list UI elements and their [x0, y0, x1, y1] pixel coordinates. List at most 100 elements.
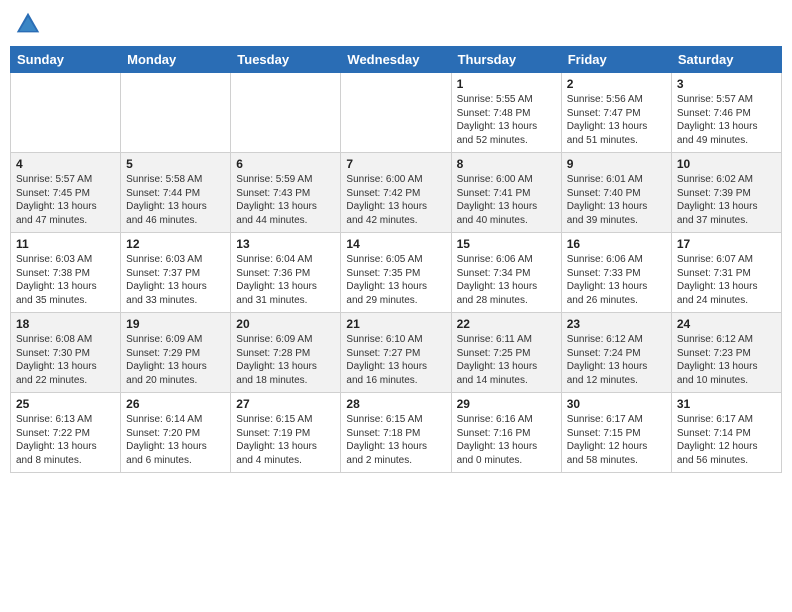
day-info: Sunrise: 6:13 AM Sunset: 7:22 PM Dayligh…: [16, 413, 115, 467]
calendar-cell: 19Sunrise: 6:09 AM Sunset: 7:29 PM Dayli…: [121, 313, 231, 393]
day-number: 1: [457, 77, 556, 91]
day-number: 26: [126, 397, 225, 411]
calendar-cell: 10 Sunrise: 6:02 AM Sunset: 7:39 PM Dayli…: [671, 153, 781, 233]
day-number: 22: [457, 317, 556, 331]
calendar-cell: 22 Sunrise: 6:11 AM Sunset: 7:25 PM Dayli…: [451, 313, 561, 393]
calendar-cell: 29 Sunrise: 6:16 AM Sunset: 7:16 PM Dayli…: [451, 393, 561, 473]
day-info: Sunrise: 6:02 AM Sunset: 7:39 PM Dayligh…: [677, 173, 776, 227]
calendar-cell: 14 Sunrise: 6:05 AM Sunset: 7:35 PM Dayli…: [341, 233, 451, 313]
calendar-cell: 28 Sunrise: 6:15 AM Sunset: 7:18 PM Dayli…: [341, 393, 451, 473]
calendar-cell: 4 Sunrise: 5:57 AM Sunset: 7:45 PM Daylig…: [11, 153, 121, 233]
day-info: Sunrise: 6:12 AM Sunset: 7:23 PM Dayligh…: [677, 333, 776, 387]
day-number: 29: [457, 397, 556, 411]
day-number: 3: [677, 77, 776, 91]
day-number: 25: [16, 397, 115, 411]
day-info: Sunrise: 6:00 AM Sunset: 7:42 PM Dayligh…: [346, 173, 445, 227]
logo: [14, 10, 46, 38]
calendar-cell: 9 Sunrise: 6:01 AM Sunset: 7:40 PM Daylig…: [561, 153, 671, 233]
day-info: Sunrise: 6:04 AM Sunset: 7:36 PM Dayligh…: [236, 253, 335, 307]
day-info: Sunrise: 6:01 AM Sunset: 7:40 PM Dayligh…: [567, 173, 666, 227]
day-info: Sunrise: 6:17 AM Sunset: 7:14 PM Dayligh…: [677, 413, 776, 467]
day-number: 18: [16, 317, 115, 331]
weekday-header: Saturday: [671, 47, 781, 73]
day-info: Sunrise: 5:55 AM Sunset: 7:48 PM Dayligh…: [457, 93, 556, 147]
day-info: Sunrise: 5:58 AM Sunset: 7:44 PM Dayligh…: [126, 173, 225, 227]
calendar-week-row: 1 Sunrise: 5:55 AM Sunset: 7:48 PM Daylig…: [11, 73, 782, 153]
day-number: 21: [346, 317, 445, 331]
calendar-cell: 16 Sunrise: 6:06 AM Sunset: 7:33 PM Dayli…: [561, 233, 671, 313]
day-number: 4: [16, 157, 115, 171]
calendar-cell: [231, 73, 341, 153]
weekday-header: Wednesday: [341, 47, 451, 73]
day-info: Sunrise: 6:09 AM Sunset: 7:28 PM Dayligh…: [236, 333, 335, 387]
calendar-cell: 26 Sunrise: 6:14 AM Sunset: 7:20 PM Dayli…: [121, 393, 231, 473]
calendar-cell: 20 Sunrise: 6:09 AM Sunset: 7:28 PM Dayli…: [231, 313, 341, 393]
day-number: 17: [677, 237, 776, 251]
day-number: 14: [346, 237, 445, 251]
day-info: Sunrise: 6:08 AM Sunset: 7:30 PM Dayligh…: [16, 333, 115, 387]
day-number: 9: [567, 157, 666, 171]
day-number: 15: [457, 237, 556, 251]
weekday-header: Friday: [561, 47, 671, 73]
day-info: Sunrise: 6:17 AM Sunset: 7:15 PM Dayligh…: [567, 413, 666, 467]
calendar-cell: 21 Sunrise: 6:10 AM Sunset: 7:27 PM Dayli…: [341, 313, 451, 393]
calendar-cell: 11 Sunrise: 6:03 AM Sunset: 7:38 PM Dayli…: [11, 233, 121, 313]
day-number: 16: [567, 237, 666, 251]
day-info: Sunrise: 6:06 AM Sunset: 7:33 PM Dayligh…: [567, 253, 666, 307]
weekday-header: Monday: [121, 47, 231, 73]
day-info: Sunrise: 6:00 AM Sunset: 7:41 PM Dayligh…: [457, 173, 556, 227]
calendar-cell: 15Sunrise: 6:06 AM Sunset: 7:34 PM Dayli…: [451, 233, 561, 313]
calendar-cell: 30 Sunrise: 6:17 AM Sunset: 7:15 PM Dayli…: [561, 393, 671, 473]
calendar-week-row: 11 Sunrise: 6:03 AM Sunset: 7:38 PM Dayli…: [11, 233, 782, 313]
day-info: Sunrise: 6:15 AM Sunset: 7:19 PM Dayligh…: [236, 413, 335, 467]
day-number: 30: [567, 397, 666, 411]
day-number: 11: [16, 237, 115, 251]
calendar-cell: 2Sunrise: 5:56 AM Sunset: 7:47 PM Daylig…: [561, 73, 671, 153]
day-number: 13: [236, 237, 335, 251]
day-number: 31: [677, 397, 776, 411]
calendar-cell: 5Sunrise: 5:58 AM Sunset: 7:44 PM Daylig…: [121, 153, 231, 233]
calendar-cell: 18 Sunrise: 6:08 AM Sunset: 7:30 PM Dayli…: [11, 313, 121, 393]
day-number: 12: [126, 237, 225, 251]
calendar: SundayMondayTuesdayWednesdayThursdayFrid…: [10, 46, 782, 473]
weekday-header: Sunday: [11, 47, 121, 73]
calendar-cell: 12Sunrise: 6:03 AM Sunset: 7:37 PM Dayli…: [121, 233, 231, 313]
day-info: Sunrise: 6:10 AM Sunset: 7:27 PM Dayligh…: [346, 333, 445, 387]
weekday-header: Thursday: [451, 47, 561, 73]
day-info: Sunrise: 6:03 AM Sunset: 7:38 PM Dayligh…: [16, 253, 115, 307]
calendar-cell: [11, 73, 121, 153]
calendar-cell: 25 Sunrise: 6:13 AM Sunset: 7:22 PM Dayli…: [11, 393, 121, 473]
calendar-cell: 8Sunrise: 6:00 AM Sunset: 7:41 PM Daylig…: [451, 153, 561, 233]
header: [10, 10, 782, 38]
day-info: Sunrise: 6:09 AM Sunset: 7:29 PM Dayligh…: [126, 333, 225, 387]
day-number: 2: [567, 77, 666, 91]
day-number: 23: [567, 317, 666, 331]
day-number: 24: [677, 317, 776, 331]
day-number: 20: [236, 317, 335, 331]
calendar-cell: 31 Sunrise: 6:17 AM Sunset: 7:14 PM Dayli…: [671, 393, 781, 473]
day-number: 7: [346, 157, 445, 171]
calendar-cell: [121, 73, 231, 153]
day-info: Sunrise: 6:05 AM Sunset: 7:35 PM Dayligh…: [346, 253, 445, 307]
day-number: 27: [236, 397, 335, 411]
day-info: Sunrise: 5:57 AM Sunset: 7:45 PM Dayligh…: [16, 173, 115, 227]
day-info: Sunrise: 6:14 AM Sunset: 7:20 PM Dayligh…: [126, 413, 225, 467]
calendar-cell: 7 Sunrise: 6:00 AM Sunset: 7:42 PM Daylig…: [341, 153, 451, 233]
day-number: 10: [677, 157, 776, 171]
calendar-week-row: 18 Sunrise: 6:08 AM Sunset: 7:30 PM Dayli…: [11, 313, 782, 393]
calendar-cell: [341, 73, 451, 153]
day-info: Sunrise: 6:12 AM Sunset: 7:24 PM Dayligh…: [567, 333, 666, 387]
day-number: 6: [236, 157, 335, 171]
calendar-week-row: 4 Sunrise: 5:57 AM Sunset: 7:45 PM Daylig…: [11, 153, 782, 233]
calendar-cell: 24 Sunrise: 6:12 AM Sunset: 7:23 PM Dayli…: [671, 313, 781, 393]
day-info: Sunrise: 6:15 AM Sunset: 7:18 PM Dayligh…: [346, 413, 445, 467]
calendar-cell: 23 Sunrise: 6:12 AM Sunset: 7:24 PM Dayli…: [561, 313, 671, 393]
calendar-cell: 1 Sunrise: 5:55 AM Sunset: 7:48 PM Daylig…: [451, 73, 561, 153]
logo-icon: [14, 10, 42, 38]
calendar-cell: 3 Sunrise: 5:57 AM Sunset: 7:46 PM Daylig…: [671, 73, 781, 153]
day-info: Sunrise: 5:57 AM Sunset: 7:46 PM Dayligh…: [677, 93, 776, 147]
weekday-header: Tuesday: [231, 47, 341, 73]
day-info: Sunrise: 6:11 AM Sunset: 7:25 PM Dayligh…: [457, 333, 556, 387]
day-number: 28: [346, 397, 445, 411]
day-info: Sunrise: 6:16 AM Sunset: 7:16 PM Dayligh…: [457, 413, 556, 467]
